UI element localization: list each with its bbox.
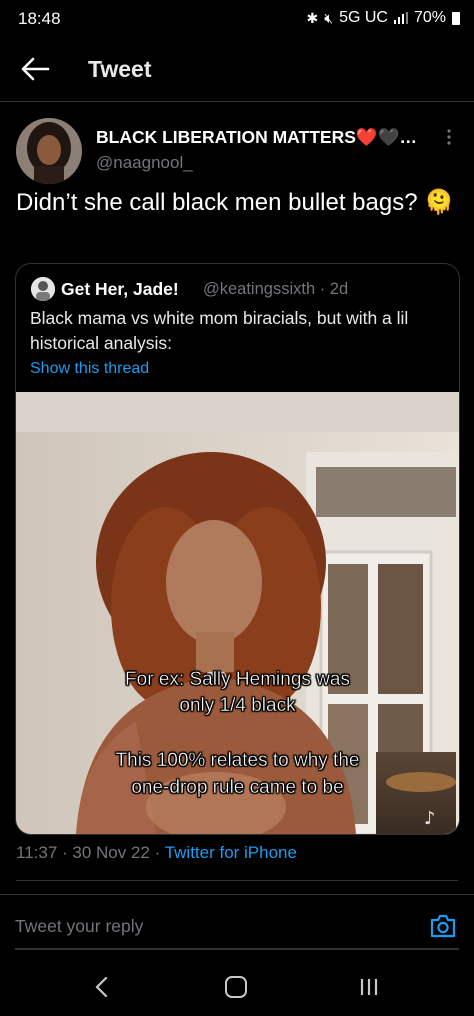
reply-underline	[15, 948, 459, 950]
author-handle[interactable]: @naagnool_	[96, 153, 193, 173]
battery-label: 70%	[413, 9, 446, 26]
tweet-metadata: 11:37 · 30 Nov 22 · Twitter for iPhone	[16, 843, 297, 863]
video-caption-line-3: This 100% relates to why the	[115, 750, 360, 771]
avatar[interactable]	[16, 118, 82, 184]
author-name[interactable]: BLACK LIBERATION MATTERS❤️🖤…	[96, 127, 426, 148]
show-thread-link[interactable]: Show this thread	[30, 360, 149, 378]
signal-icon	[393, 12, 408, 24]
video-caption-line-4: one-drop rule came to be	[131, 777, 344, 798]
nav-back-icon[interactable]	[92, 976, 112, 998]
tweet-timestamp: 11:37 · 30 Nov 22 ·	[16, 843, 165, 862]
reply-input[interactable]	[15, 916, 395, 937]
tweet-source-link[interactable]: Twitter for iPhone	[165, 843, 297, 862]
video-caption-line-1: For ex: Sally Hemings was	[125, 669, 350, 690]
quoted-tweet[interactable]: Get Her, Jade! @keatingssixth · 2d Black…	[15, 263, 460, 835]
svg-text:♪: ♪	[424, 808, 436, 829]
arrow-left-icon[interactable]	[18, 54, 52, 84]
quoted-tweet-text: Black mama vs white mom biracials, but w…	[30, 308, 409, 353]
network-label: 5G UC	[339, 9, 388, 26]
quoted-avatar	[31, 277, 55, 301]
video-caption-line-2: only 1/4 black	[179, 695, 296, 716]
more-options-icon[interactable]	[441, 127, 457, 147]
system-nav-bar	[0, 958, 474, 1016]
quoted-author-handle: @keatingssixth · 2d	[203, 280, 349, 298]
nav-home-icon[interactable]	[225, 976, 247, 998]
mute-icon: 🔇︎	[324, 9, 334, 26]
avatar-image	[16, 118, 82, 184]
app-header: Tweet	[0, 40, 474, 102]
tweet-text: Didn’t she call black men bullet bags? 🫠	[16, 189, 455, 216]
battery-icon	[452, 11, 460, 25]
status-time: 18:48	[18, 9, 61, 28]
camera-icon[interactable]	[429, 913, 457, 939]
divider	[16, 880, 458, 881]
quoted-author-name: Get Her, Jade!	[61, 279, 179, 299]
status-bar: 18:48 ✱ 🔇︎ 5G UC 70%	[0, 0, 474, 40]
status-icons: ✱ 🔇︎ 5G UC 70%	[306, 9, 460, 27]
nav-recent-apps-icon[interactable]	[358, 978, 380, 996]
page-title: Tweet	[88, 56, 152, 82]
bluetooth-icon: ✱	[306, 9, 319, 26]
quoted-video[interactable]: ♪ For ex: Sally Hemings was only 1/4 bla…	[16, 392, 459, 834]
reply-bar	[0, 894, 474, 950]
